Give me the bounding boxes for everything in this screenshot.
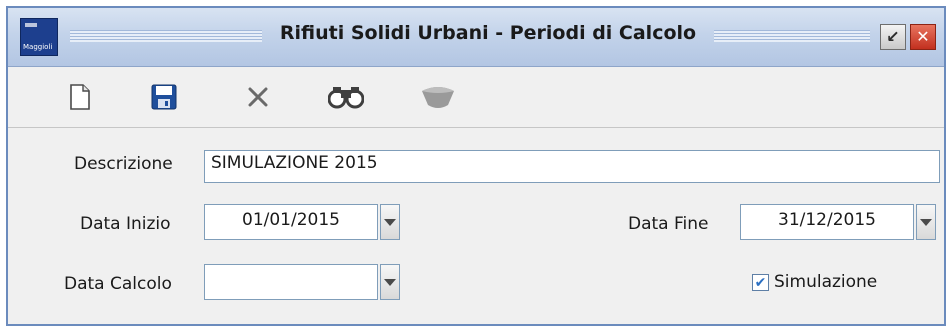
window-title: Rifiuti Solidi Urbani - Periodi di Calco… <box>279 22 697 44</box>
delete-button[interactable] <box>238 79 278 115</box>
title-bar[interactable]: Maggioli Rifiuti Solidi Urbani - Periodi… <box>8 8 944 67</box>
stop-button[interactable] <box>418 79 458 115</box>
data-fine-dropdown-button[interactable] <box>916 204 936 240</box>
close-button[interactable]: ✕ <box>910 24 936 50</box>
chevron-down-icon <box>384 278 396 286</box>
cross-icon <box>248 87 268 107</box>
title-grip-right <box>714 30 870 42</box>
data-calcolo-label: Data Calcolo <box>64 274 172 294</box>
data-calcolo-input[interactable] <box>204 264 378 300</box>
page-icon <box>70 84 90 110</box>
data-calcolo-dropdown-button[interactable] <box>380 264 400 300</box>
binoculars-icon <box>328 87 364 109</box>
data-inizio-dropdown-button[interactable] <box>380 204 400 240</box>
new-document-button[interactable] <box>60 79 100 115</box>
descrizione-input[interactable]: SIMULAZIONE 2015 <box>204 150 940 183</box>
chevron-down-icon <box>920 218 932 226</box>
simulazione-label[interactable]: Simulazione <box>774 272 877 292</box>
form-area: Descrizione SIMULAZIONE 2015 Data Inizio… <box>8 128 944 324</box>
floppy-icon <box>151 84 177 110</box>
chevron-down-icon <box>384 218 396 226</box>
simulazione-checkbox[interactable]: ✔ <box>752 274 769 291</box>
data-inizio-label: Data Inizio <box>80 214 171 234</box>
main-window: Maggioli Rifiuti Solidi Urbani - Periodi… <box>6 6 946 326</box>
title-grip-left <box>70 30 262 42</box>
data-fine-input[interactable]: 31/12/2015 <box>740 204 914 240</box>
descrizione-label: Descrizione <box>74 154 173 174</box>
search-button[interactable] <box>326 79 366 115</box>
data-inizio-input[interactable]: 01/01/2015 <box>204 204 378 240</box>
dome-icon <box>422 87 454 108</box>
save-button[interactable] <box>144 79 184 115</box>
data-fine-label: Data Fine <box>628 214 709 234</box>
toolbar <box>8 67 944 128</box>
app-logo: Maggioli <box>20 18 58 56</box>
restore-button[interactable]: ↙ <box>880 24 906 50</box>
